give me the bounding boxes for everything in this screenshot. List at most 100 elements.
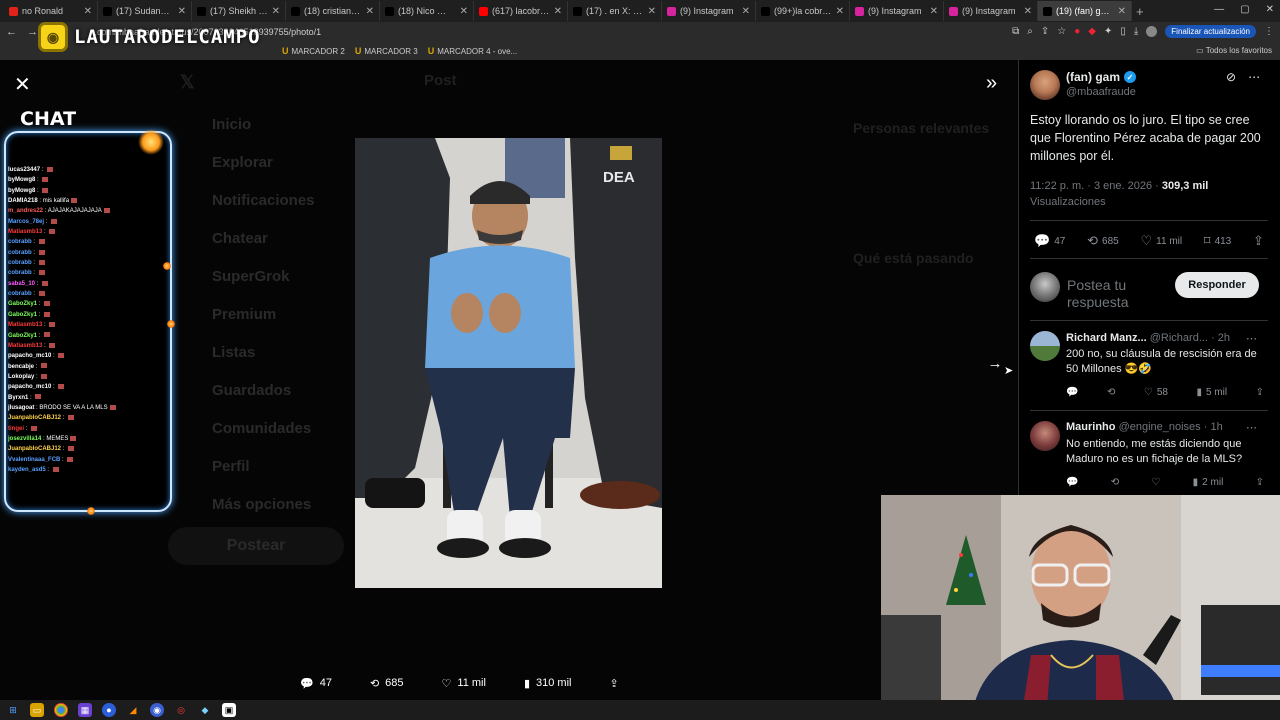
chat-username: Vvalentinaaa_FCB bbox=[8, 456, 61, 463]
reply-stat[interactable]: 💬 bbox=[1066, 477, 1078, 488]
grok-icon[interactable]: ⊘ bbox=[1226, 70, 1236, 84]
extension-icon[interactable]: ◆ bbox=[1088, 26, 1096, 37]
app-icon[interactable]: ▣ bbox=[222, 703, 236, 717]
more-options-icon[interactable]: ⋯ bbox=[1246, 332, 1257, 345]
minimize-button[interactable]: — bbox=[1214, 4, 1224, 15]
back-icon[interactable]: ← bbox=[6, 26, 17, 39]
browser-tab[interactable]: (9) Instagram ✕ bbox=[850, 1, 944, 21]
downloads-icon[interactable]: ⤓ bbox=[1134, 26, 1138, 37]
repost-stat[interactable]: ⟲ bbox=[1107, 387, 1115, 398]
tab-close-icon[interactable]: ✕ bbox=[84, 6, 92, 17]
tab-close-icon[interactable]: ✕ bbox=[930, 6, 938, 17]
sidebar-icon[interactable]: ▯ bbox=[1120, 26, 1126, 37]
reply-input[interactable]: Postea tu respuesta bbox=[1067, 277, 1167, 309]
views-stat[interactable]: ▮ 2 mil bbox=[1193, 477, 1224, 488]
reply-stat[interactable]: 💬 47 bbox=[1034, 233, 1065, 249]
maximize-button[interactable]: ▢ bbox=[1240, 4, 1249, 15]
bookmark-item[interactable]: U MARCADOR 4 - ove... bbox=[428, 46, 518, 56]
extensions-puzzle-icon[interactable]: ✦ bbox=[1104, 26, 1112, 37]
comment-avatar[interactable] bbox=[1030, 421, 1060, 451]
repost-stat[interactable]: ⟲ bbox=[1111, 477, 1119, 488]
browser-tab[interactable]: (17) Sudanalytics en X ✕ bbox=[98, 1, 192, 21]
tab-close-icon[interactable]: ✕ bbox=[1118, 6, 1126, 17]
author-name[interactable]: (fan) gam ✓ bbox=[1066, 70, 1136, 84]
browser-tab[interactable]: (17) Sheikh Hammad ✕ bbox=[192, 1, 286, 21]
extension-icon[interactable]: ● bbox=[1074, 26, 1080, 37]
comment-avatar[interactable] bbox=[1030, 331, 1060, 361]
reply-stat[interactable]: 💬 bbox=[1066, 387, 1078, 398]
share-action[interactable]: ⇪ bbox=[609, 677, 618, 690]
share-icon[interactable]: ⇪ bbox=[1041, 26, 1049, 37]
browser-tab[interactable]: (18) Nico 🏂 en X: "in ✕ bbox=[380, 1, 474, 21]
new-tab-button[interactable]: + bbox=[1136, 4, 1144, 19]
all-bookmarks-button[interactable]: ▭ Todos los favoritos bbox=[1196, 46, 1272, 55]
bookmark-stat[interactable]: ⌑ 413 bbox=[1204, 233, 1231, 249]
close-window-button[interactable]: ✕ bbox=[1266, 4, 1274, 15]
more-options-icon[interactable]: ⋯ bbox=[1248, 70, 1260, 84]
bookmark-icon: U bbox=[282, 46, 289, 56]
tab-close-icon[interactable]: ✕ bbox=[1024, 6, 1032, 17]
update-button[interactable]: Finalizar actualización bbox=[1165, 25, 1256, 38]
app-icon[interactable]: ◉ bbox=[150, 703, 164, 717]
bookmark-star-icon[interactable]: ☆ bbox=[1057, 26, 1066, 37]
chat-username: GaboZky1 bbox=[8, 311, 38, 318]
author-handle[interactable]: @mbaafraude bbox=[1066, 86, 1136, 98]
bookmark-item[interactable]: U MARCADOR 2 bbox=[282, 46, 345, 56]
tweet-time[interactable]: 11:22 p. m. · 3 ene. 2026 bbox=[1030, 180, 1152, 192]
tab-title: (9) Instagram bbox=[962, 6, 1016, 16]
tab-close-icon[interactable]: ✕ bbox=[272, 6, 280, 17]
post-photo[interactable]: DEA bbox=[355, 138, 662, 588]
zoom-icon[interactable]: ⌕ bbox=[1027, 26, 1033, 37]
tab-close-icon[interactable]: ✕ bbox=[554, 6, 562, 17]
browser-tab[interactable]: (9) Instagram ✕ bbox=[944, 1, 1038, 21]
menu-icon[interactable]: ⋮ bbox=[1264, 26, 1274, 37]
emote-icon bbox=[51, 218, 58, 224]
browser-tab[interactable]: (18) cristiano ronaldo ✕ bbox=[286, 1, 380, 21]
forward-icon[interactable]: → bbox=[27, 26, 38, 39]
repost-stat[interactable]: ⟲ 685 bbox=[1087, 233, 1119, 249]
tab-close-icon[interactable]: ✕ bbox=[460, 6, 468, 17]
more-options-icon[interactable]: ⋯ bbox=[1246, 421, 1257, 434]
author-avatar[interactable] bbox=[1030, 70, 1060, 100]
expand-sidebar-icon[interactable]: » bbox=[986, 72, 997, 95]
chat-message: GaboZky1 : bbox=[8, 310, 168, 320]
app-icon[interactable]: ◢ bbox=[126, 703, 140, 717]
browser-tab[interactable]: (617) lacobra - YouTub ✕ bbox=[474, 1, 568, 21]
share-stat[interactable]: ⇪ bbox=[1256, 477, 1264, 488]
chrome-icon[interactable] bbox=[54, 703, 68, 717]
browser-tab[interactable]: no Ronald ✕ bbox=[4, 1, 98, 21]
like-action[interactable]: ♡ 11 mil bbox=[442, 677, 486, 690]
like-stat[interactable]: ♡ bbox=[1151, 477, 1160, 488]
tab-close-icon[interactable]: ✕ bbox=[366, 6, 374, 17]
install-icon[interactable]: ⧉ bbox=[1012, 26, 1019, 37]
views-action[interactable]: ▮ 310 mil bbox=[524, 677, 572, 690]
browser-tab[interactable]: (99+)la cobra opina s ✕ bbox=[756, 1, 850, 21]
tab-close-icon[interactable]: ✕ bbox=[836, 6, 844, 17]
browser-tab[interactable]: (17) . en X: "7 ligas en ✕ bbox=[568, 1, 662, 21]
share-stat[interactable]: ⇪ bbox=[1253, 233, 1264, 249]
bookmark-item[interactable]: U MARCADOR 3 bbox=[355, 46, 418, 56]
tab-close-icon[interactable]: ✕ bbox=[648, 6, 656, 17]
emote-icon bbox=[44, 311, 51, 317]
start-icon[interactable]: ⊞ bbox=[6, 703, 20, 717]
app-icon[interactable]: ● bbox=[102, 703, 116, 717]
profile-avatar[interactable] bbox=[1146, 26, 1158, 37]
file-explorer-icon[interactable]: ▭ bbox=[30, 703, 44, 717]
browser-tab[interactable]: (19) (fan) gam en X: "E ✕ bbox=[1038, 1, 1132, 21]
reply-action[interactable]: 💬 47 bbox=[300, 677, 332, 690]
app-icon[interactable]: ◆ bbox=[198, 703, 212, 717]
app-icon[interactable]: ◎ bbox=[174, 703, 188, 717]
share-stat[interactable]: ⇪ bbox=[1256, 387, 1264, 398]
views-stat[interactable]: ▮ 5 mil bbox=[1196, 387, 1227, 398]
chat-text: AJAJAKAJAJAJAJA bbox=[47, 208, 102, 215]
repost-action[interactable]: ⟲ 685 bbox=[370, 677, 404, 690]
browser-tab[interactable]: (9) Instagram ✕ bbox=[662, 1, 756, 21]
like-stat[interactable]: ♡ 58 bbox=[1144, 387, 1168, 398]
app-icon[interactable]: ▦ bbox=[78, 703, 92, 717]
chat-message: Marcos_78ej : bbox=[8, 217, 168, 227]
tab-close-icon[interactable]: ✕ bbox=[742, 6, 750, 17]
like-stat[interactable]: ♡ 11 mil bbox=[1141, 233, 1183, 249]
close-icon[interactable]: ✕ bbox=[14, 72, 31, 97]
reply-button[interactable]: Responder bbox=[1175, 272, 1259, 298]
tab-close-icon[interactable]: ✕ bbox=[178, 6, 186, 17]
